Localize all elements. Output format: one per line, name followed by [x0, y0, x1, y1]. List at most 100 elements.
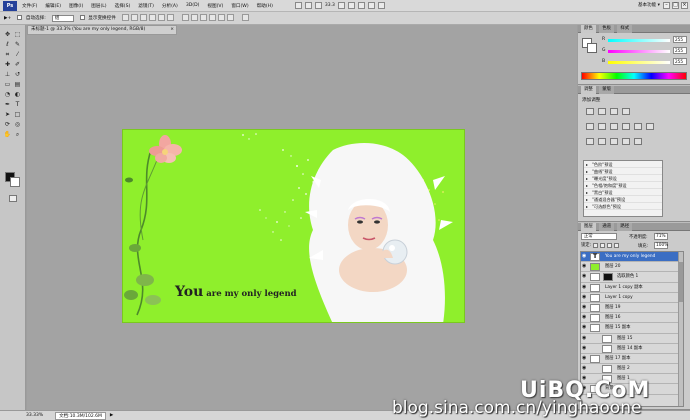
show-transform-checkbox[interactable] [79, 15, 85, 20]
layers-scroll-thumb[interactable] [679, 262, 683, 302]
zoom-level-select[interactable]: 33.3 [325, 3, 335, 8]
layer-row[interactable]: ◉ 图层 15 [581, 334, 683, 344]
menu-layer[interactable]: 图层(L) [91, 3, 106, 9]
distribute-hcenter-icon[interactable] [217, 13, 225, 21]
menu-help[interactable]: 帮助(H) [257, 3, 273, 9]
menu-filter[interactable]: 滤镜(T) [138, 3, 154, 9]
green-slider[interactable]: G 255 [602, 47, 688, 56]
auto-align-icon[interactable] [241, 13, 249, 21]
tab-layers[interactable]: 图层 [581, 223, 596, 231]
layer-row[interactable]: ◉ Layer 1 copy [581, 293, 683, 303]
selective-color-icon[interactable] [634, 138, 642, 145]
exposure-icon[interactable] [622, 108, 630, 115]
color-balance-icon[interactable] [610, 123, 618, 130]
preset-levels[interactable]: "色阶"预设 [584, 161, 662, 168]
status-doc-size[interactable]: 文档:10.3M/102.6M [55, 411, 106, 420]
menu-view[interactable]: 视图(V) [207, 3, 223, 9]
workspace-switcher[interactable]: 基本功能 ▾ [638, 2, 660, 8]
eye-icon[interactable]: ◉ [582, 294, 587, 300]
layer-row[interactable]: ◉ 图层 19 [581, 303, 683, 314]
eye-icon[interactable]: ◉ [582, 274, 587, 279]
status-zoom[interactable]: 33.33% [26, 413, 43, 418]
tab-paths[interactable]: 路径 [617, 223, 633, 231]
tab-masks[interactable]: 蒙版 [599, 86, 614, 94]
menu-image[interactable]: 图像(I) [69, 3, 83, 9]
screen-mode-icon[interactable] [377, 2, 385, 9]
blur-tool-icon[interactable]: ◔ [3, 91, 12, 99]
clone-stamp-tool-icon[interactable]: ⊥ [3, 71, 12, 79]
blue-value[interactable]: 255 [673, 58, 687, 65]
mini-bridge-icon[interactable] [304, 2, 312, 9]
color-bg-swatch[interactable] [587, 43, 597, 53]
pen-tool-icon[interactable]: ✒ [3, 101, 12, 109]
path-selection-tool-icon[interactable]: ➤ [3, 111, 12, 119]
channel-mixer-icon[interactable] [646, 123, 654, 130]
distribute-top-icon[interactable] [181, 13, 189, 21]
brush-tool-icon[interactable]: ✐ [13, 61, 22, 69]
eye-icon[interactable]: ◉ [582, 284, 587, 290]
move-tool-icon[interactable]: ✥ [3, 31, 12, 39]
align-hcenter-icon[interactable] [157, 13, 165, 21]
red-track[interactable] [608, 39, 670, 42]
preset-black-white[interactable]: "黑白"预设 [584, 189, 662, 196]
quick-select-tool-icon[interactable]: ✎ [13, 41, 22, 49]
3d-orbit-tool-icon[interactable]: ◎ [13, 121, 22, 129]
marquee-tool-icon[interactable]: ⬚ [13, 31, 22, 39]
green-value[interactable]: 255 [673, 47, 687, 54]
opacity-input[interactable]: 71% [654, 233, 668, 240]
eye-icon[interactable]: ◉ [582, 345, 587, 351]
blend-mode-select[interactable]: 正常 [581, 233, 617, 240]
minimize-button[interactable]: – [663, 2, 670, 9]
photo-filter-icon[interactable] [634, 123, 642, 130]
eye-icon[interactable]: ◉ [582, 335, 587, 341]
red-value[interactable]: 255 [673, 36, 687, 43]
eraser-tool-icon[interactable]: ▭ [3, 81, 12, 89]
eye-icon[interactable]: ◉ [582, 264, 587, 269]
tab-swatches[interactable]: 色板 [599, 25, 614, 33]
align-top-icon[interactable] [121, 13, 129, 21]
curves-icon[interactable] [610, 108, 618, 115]
eye-icon[interactable]: ◉ [582, 304, 587, 310]
fill-input[interactable]: 100% [654, 242, 668, 249]
tab-styles[interactable]: 样式 [617, 25, 633, 33]
distribute-vcenter-icon[interactable] [190, 13, 198, 21]
shape-tool-icon[interactable]: □ [13, 111, 22, 119]
healing-brush-tool-icon[interactable]: ✚ [3, 61, 12, 69]
hand-tool-icon[interactable] [337, 2, 345, 9]
maximize-button[interactable]: □ [672, 2, 679, 9]
type-tool-icon[interactable]: T [13, 101, 22, 109]
auto-select-checkbox[interactable] [17, 15, 23, 20]
dodge-tool-icon[interactable]: ◐ [13, 91, 22, 99]
preset-curves[interactable]: "曲线"预设 [584, 168, 662, 175]
arrange-documents-icon[interactable] [367, 2, 375, 9]
auto-select-dropdown[interactable]: 组 [51, 14, 74, 22]
document-close-icon[interactable]: × [170, 26, 174, 34]
eyedropper-tool-icon[interactable]: ⁄ [13, 51, 22, 59]
history-brush-tool-icon[interactable]: ↺ [13, 71, 22, 79]
layer-row[interactable]: ◉ 图层 2 [581, 364, 683, 375]
view-extras-icon[interactable] [314, 2, 322, 9]
align-vcenter-icon[interactable] [130, 13, 138, 21]
preset-hue-saturation[interactable]: "色相/饱和度"预设 [584, 182, 662, 189]
layer-row[interactable]: ◉ 图层 15 副本 [581, 323, 683, 334]
eye-icon[interactable]: ◉ [582, 254, 587, 259]
color-spectrum-bar[interactable] [581, 72, 687, 80]
levels-icon[interactable] [598, 108, 606, 115]
menu-file[interactable]: 文件(F) [22, 3, 37, 9]
invert-icon[interactable] [586, 138, 594, 145]
threshold-icon[interactable] [610, 138, 618, 145]
blue-slider[interactable]: B 255 [602, 58, 688, 67]
lasso-tool-icon[interactable]: ℓ [3, 41, 12, 49]
document-canvas[interactable]: You are my only legend [122, 129, 465, 323]
menu-window[interactable]: 窗口(W) [231, 3, 248, 9]
gradient-map-icon[interactable] [622, 138, 630, 145]
vibrance-icon[interactable] [586, 123, 594, 130]
hand-tool-icon[interactable]: ✋ [3, 131, 12, 139]
layer-row[interactable]: ◉ 图层 14 副本 [581, 344, 683, 354]
layer-row[interactable]: ◉ 选取颜色 1 [581, 272, 683, 283]
posterize-icon[interactable] [598, 138, 606, 145]
background-color-swatch[interactable] [10, 177, 20, 187]
quick-mask-icon[interactable] [9, 195, 17, 202]
lock-pixels-icon[interactable] [600, 243, 605, 248]
zoom-tool-icon[interactable]: ⌕ [13, 131, 22, 139]
